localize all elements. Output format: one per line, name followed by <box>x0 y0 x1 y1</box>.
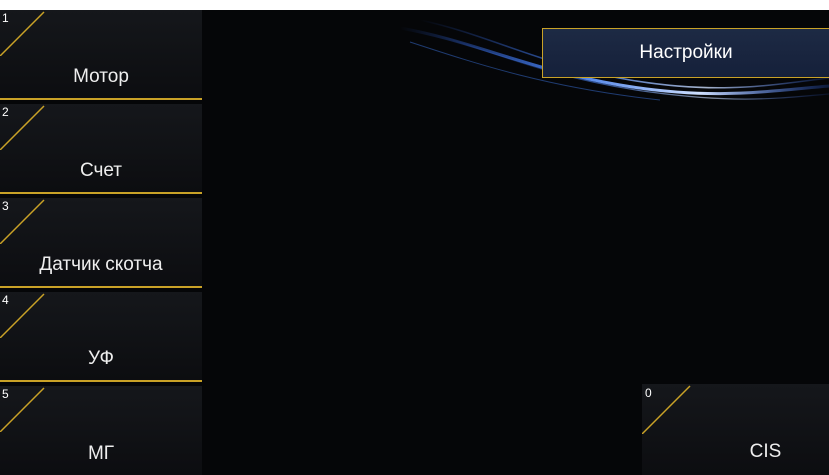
menu-button-label: Датчик скотча <box>39 254 163 275</box>
menu-button-label: УФ <box>88 348 114 369</box>
menu-button-tape-sensor[interactable]: 3 Датчик скотча <box>0 198 202 288</box>
menu-button-label: Мотор <box>73 66 129 87</box>
cis-button[interactable]: 0 CIS <box>642 384 829 475</box>
device-screen: 1 Мотор 2 Счет 3 Датчик скотча 4 УФ 5 МГ… <box>0 10 829 475</box>
cis-button-label: CIS <box>749 441 782 462</box>
menu-button-mg[interactable]: 5 МГ <box>0 386 202 475</box>
menu-button-number: 5 <box>2 387 9 401</box>
menu-button-number: 4 <box>2 293 9 307</box>
settings-label: Настройки <box>639 42 733 63</box>
menu-button-motor[interactable]: 1 Мотор <box>0 10 202 100</box>
cis-button-number: 0 <box>645 386 652 400</box>
settings-button[interactable]: Настройки <box>542 28 829 78</box>
menu-button-number: 1 <box>2 11 9 25</box>
menu-button-number: 3 <box>2 199 9 213</box>
menu-button-label: Счет <box>79 160 123 181</box>
menu-button-label: МГ <box>87 443 115 464</box>
menu-button-number: 2 <box>2 105 9 119</box>
menu-button-count[interactable]: 2 Счет <box>0 104 202 194</box>
menu-button-uv[interactable]: 4 УФ <box>0 292 202 382</box>
